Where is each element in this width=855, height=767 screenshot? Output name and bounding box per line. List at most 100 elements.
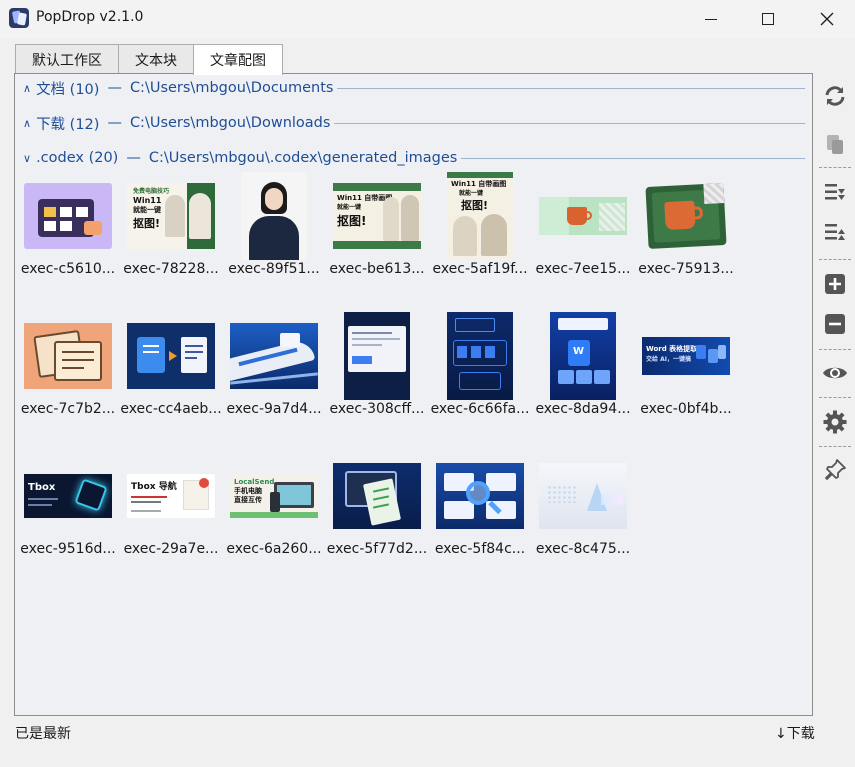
- image-filename: exec-6c66fa...: [430, 401, 530, 417]
- image-filename: exec-5af19f...: [432, 261, 528, 277]
- thumbnail-text: LocalSend: [234, 478, 275, 486]
- image-preview: [327, 311, 427, 401]
- pin-button[interactable]: [821, 456, 849, 484]
- image-filename: exec-c5610...: [20, 261, 116, 277]
- thumbnail-text: 手机电脑: [234, 487, 262, 495]
- image-filename: exec-8da94...: [535, 401, 631, 417]
- app-icon: [9, 8, 29, 28]
- thumbnail-text: 交给 AI，一键搞: [646, 356, 691, 363]
- group-name: .codex (20): [36, 150, 119, 166]
- content-panel: ∧ 文档 (10) — C:\Users\mbgou\Documents ∧ 下…: [14, 73, 813, 716]
- group-name: 下载 (12): [36, 116, 100, 133]
- image-preview: Win11 自带画图 就能一键 抠图!: [430, 171, 530, 261]
- thumbnail-text: 抠图!: [133, 217, 161, 230]
- image-filename: exec-8c475...: [535, 541, 631, 557]
- group-header-downloads[interactable]: ∧ 下载 (12) — C:\Users\mbgou\Downloads: [23, 112, 805, 134]
- toolbar-separator: [819, 259, 851, 260]
- image-preview: Tbox 导航: [121, 451, 221, 541]
- eye-icon: [823, 367, 847, 379]
- sort-desc-icon: [825, 184, 845, 200]
- image-preview: Tbox: [18, 451, 118, 541]
- image-filename: exec-be613...: [329, 261, 425, 277]
- image-filename: exec-89f51...: [228, 261, 320, 277]
- image-filename: exec-7ee15...: [535, 261, 631, 277]
- group-header-codex[interactable]: ∨ .codex (20) — C:\Users\mbgou\.codex\ge…: [23, 147, 805, 169]
- tab-default-workspace[interactable]: 默认工作区: [15, 44, 119, 74]
- download-link[interactable]: ↓下载: [775, 723, 815, 743]
- paste-button[interactable]: [821, 130, 849, 158]
- thumbnail-text: 直接互传: [234, 496, 262, 504]
- toolbar-separator: [819, 167, 851, 168]
- gear-icon: [823, 410, 847, 434]
- image-preview: [533, 451, 633, 541]
- group-path: C:\Users\mbgou\.codex\generated_images: [148, 150, 458, 166]
- group-header-documents[interactable]: ∧ 文档 (10) — C:\Users\mbgou\Documents: [23, 77, 805, 99]
- pin-icon: [825, 459, 846, 480]
- thumbnail-text: 就能一键: [337, 204, 362, 211]
- update-status: 已是最新: [15, 726, 71, 742]
- thumbnail-text: Win11 自带画图: [451, 180, 507, 188]
- group-separator: —: [107, 115, 122, 131]
- toolbar-separator: [819, 349, 851, 350]
- image-filename: exec-9a7d4...: [226, 401, 322, 417]
- group-separator: —: [126, 150, 141, 166]
- thumbnail-text: 就能一键: [459, 190, 484, 197]
- tab-text-blocks[interactable]: 文本块: [118, 44, 194, 74]
- remove-button[interactable]: [821, 310, 849, 338]
- tab-article-images[interactable]: 文章配图: [193, 44, 283, 75]
- thumbnail-text: Tbox: [28, 482, 56, 493]
- image-filename: exec-7c7b2...: [20, 401, 116, 417]
- chevron-down-icon: ∨: [23, 151, 32, 165]
- toolbar-separator: [819, 397, 851, 398]
- add-button[interactable]: [821, 270, 849, 298]
- maximize-button[interactable]: [745, 0, 791, 38]
- thumbnail-text: 抠图!: [461, 199, 489, 212]
- image-filename: exec-0bf4b...: [640, 401, 732, 417]
- settings-button[interactable]: [821, 408, 849, 436]
- image-preview: 免费电脑技巧 Win11 就能一键 抠图!: [121, 171, 221, 261]
- chevron-up-icon: ∧: [23, 81, 32, 95]
- image-preview: LocalSend 手机电脑 直接互传: [224, 451, 324, 541]
- group-rule: [461, 157, 805, 159]
- image-preview: [327, 451, 427, 541]
- add-icon: [825, 274, 845, 294]
- image-preview: [533, 171, 633, 261]
- toolbar-separator: [819, 446, 851, 447]
- preview-button[interactable]: [821, 359, 849, 387]
- image-preview: [430, 311, 530, 401]
- tab-bar: 默认工作区 文本块 文章配图: [15, 44, 283, 75]
- sort-asc-icon: [825, 224, 845, 240]
- image-preview: [224, 311, 324, 401]
- image-preview: [18, 311, 118, 401]
- group-rule: [337, 87, 805, 89]
- image-filename: exec-5f77d2...: [326, 541, 428, 557]
- group-path: C:\Users\mbgou\Downloads: [129, 115, 331, 131]
- image-preview: [430, 451, 530, 541]
- image-filename: exec-308cff...: [329, 401, 425, 417]
- image-filename: exec-5f84c...: [434, 541, 526, 557]
- group-name: 文档 (10): [36, 81, 100, 98]
- image-preview: [18, 171, 118, 261]
- refresh-button[interactable]: [821, 82, 849, 110]
- title-bar: PopDrop v2.1.0: [0, 0, 855, 38]
- window-title: PopDrop v2.1.0: [36, 9, 144, 25]
- group-rule: [334, 122, 805, 124]
- thumbnail-text: 抠图!: [337, 214, 367, 228]
- image-preview: [121, 311, 221, 401]
- image-preview: W: [533, 311, 633, 401]
- sort-desc-button[interactable]: [821, 178, 849, 206]
- image-filename: exec-cc4aeb...: [120, 401, 222, 417]
- image-filename: exec-78228...: [123, 261, 219, 277]
- refresh-icon: [825, 86, 845, 106]
- image-filename: exec-6a260...: [226, 541, 322, 557]
- group-separator: —: [107, 80, 122, 96]
- paste-icon: [827, 135, 843, 154]
- sort-asc-button[interactable]: [821, 218, 849, 246]
- close-icon: [820, 12, 834, 26]
- image-filename: exec-75913...: [638, 261, 734, 277]
- minimize-button[interactable]: [688, 0, 734, 38]
- close-button[interactable]: [804, 0, 850, 38]
- thumbnail-text: Word 表格提取: [646, 345, 698, 353]
- minimize-icon: [705, 18, 717, 20]
- group-path: C:\Users\mbgou\Documents: [129, 80, 334, 96]
